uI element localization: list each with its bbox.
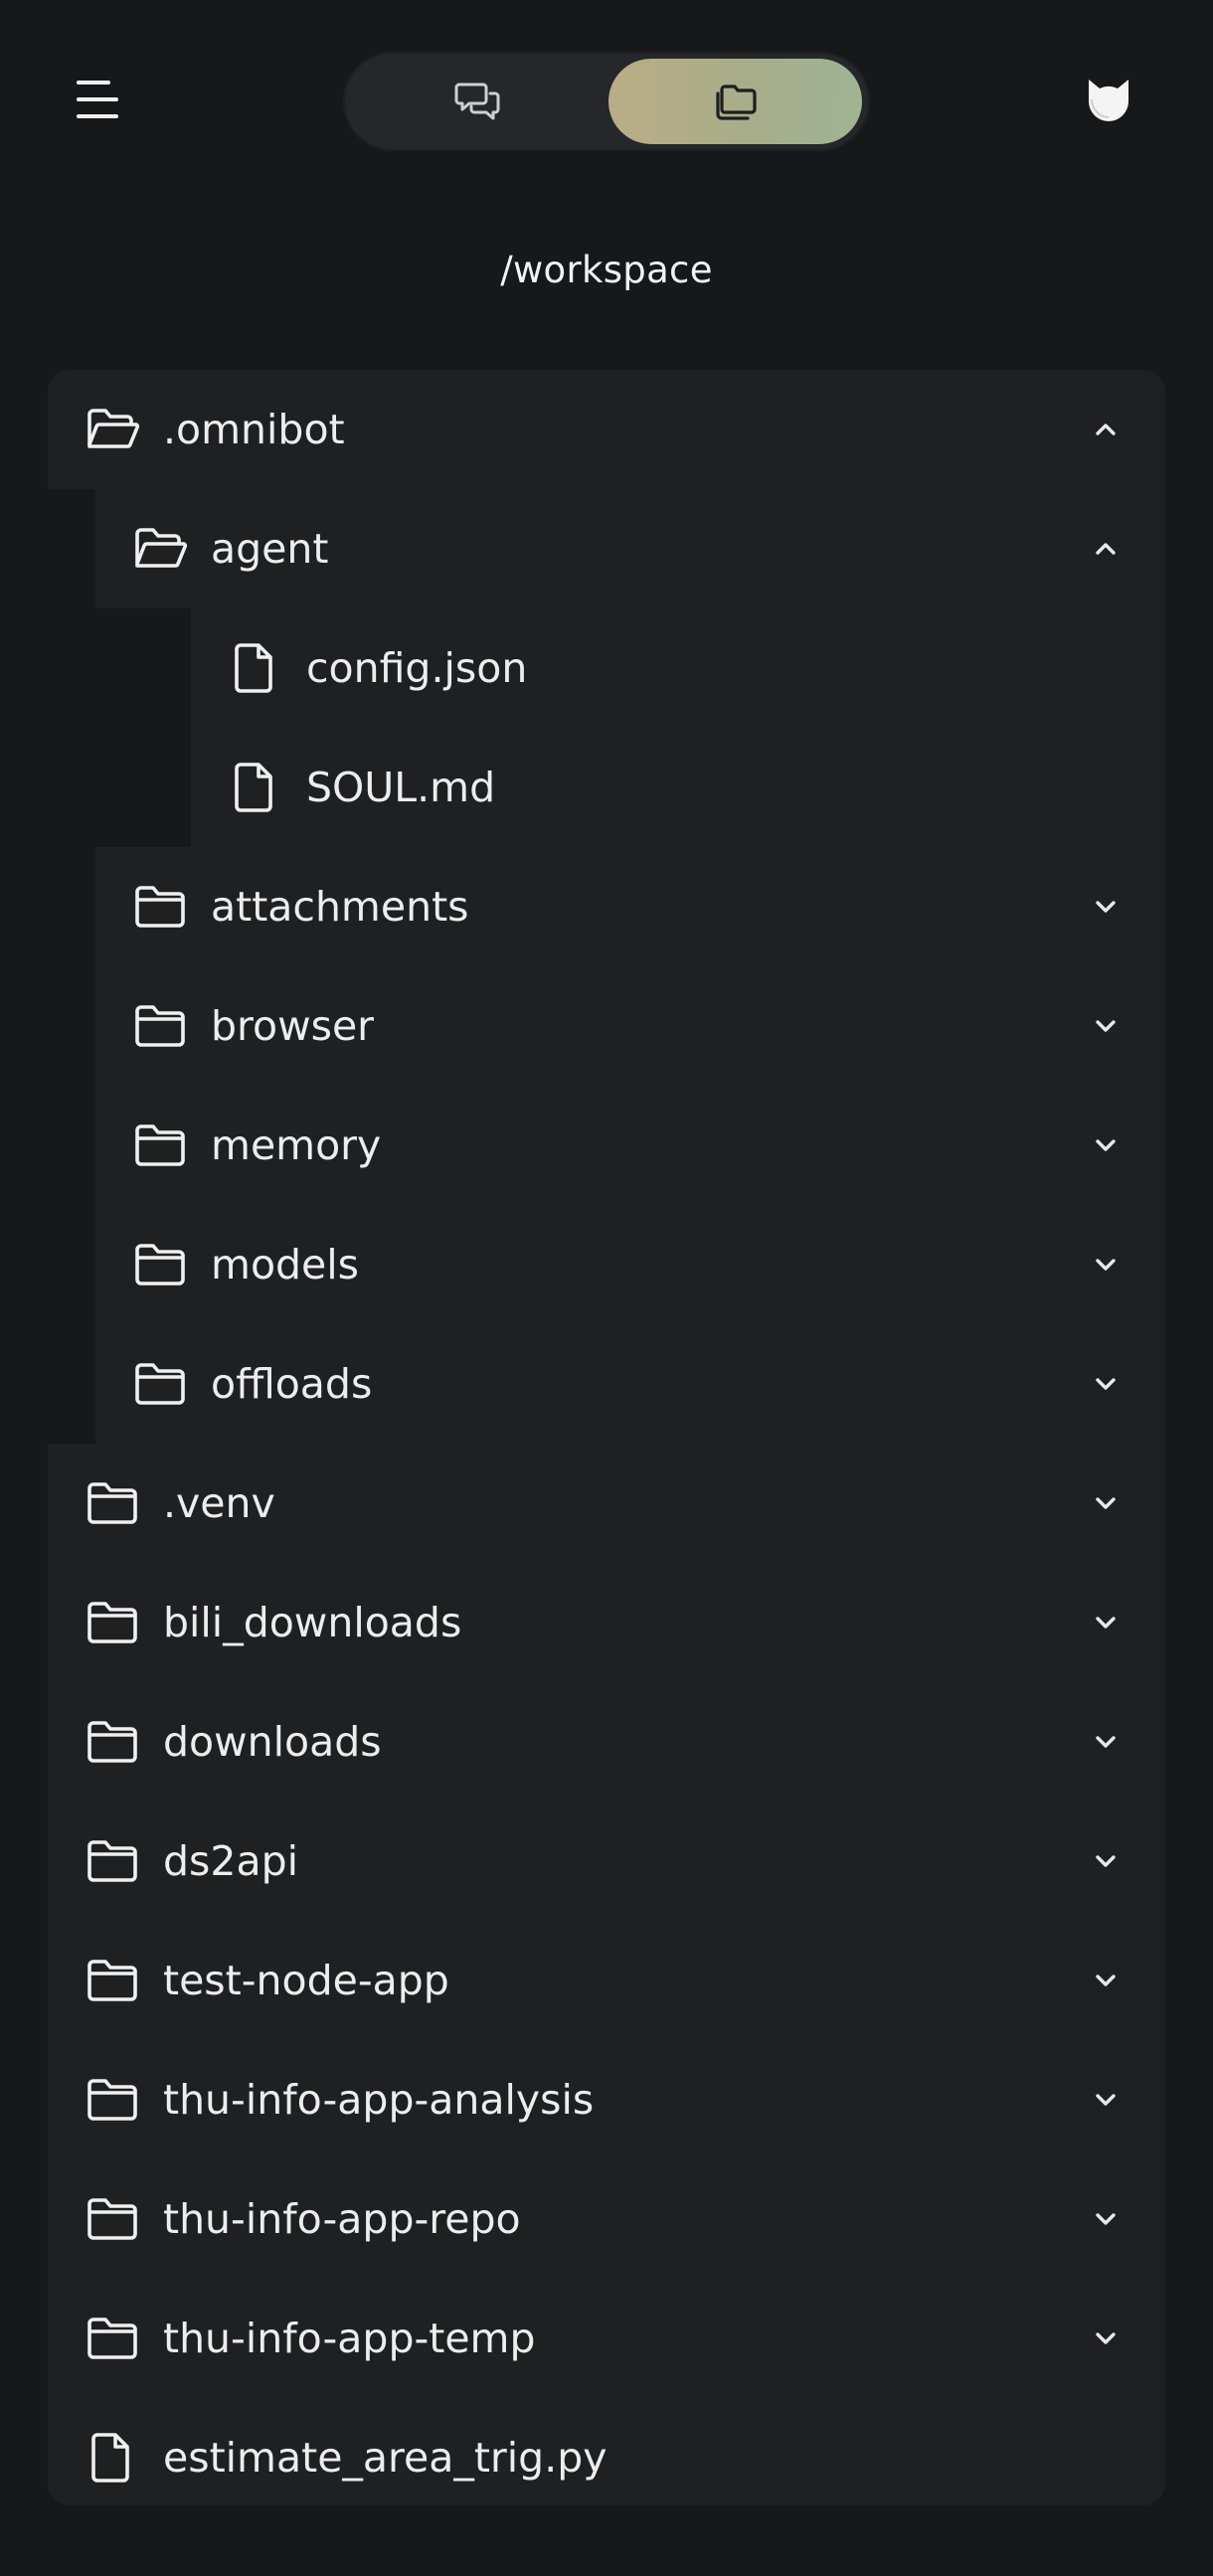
folder-row[interactable]: .omnibot (48, 370, 1165, 489)
item-name: .venv (163, 1479, 275, 1527)
folder-row[interactable]: downloads (48, 1682, 1165, 1802)
folder-icon (84, 1594, 141, 1651)
chevron-up-icon[interactable] (1088, 412, 1124, 447)
folder-row[interactable]: test-node-app (48, 1921, 1165, 2040)
item-name: browser (211, 1002, 375, 1050)
current-path: /workspace (500, 249, 713, 291)
folder-icon (84, 1952, 141, 2009)
folder-icon (84, 1713, 141, 1771)
folder-row[interactable]: memory (48, 1086, 1165, 1205)
folder-row[interactable]: thu-info-app-temp (48, 2279, 1165, 2398)
item-name: attachments (211, 883, 469, 931)
folder-open-icon (84, 401, 141, 458)
folder-row[interactable]: .venv (48, 1444, 1165, 1563)
file-icon (227, 759, 284, 816)
file-browser-screen: /workspace .omnibot agent config.json SOUL.… (0, 0, 1213, 2576)
item-name: offloads (211, 1360, 373, 1408)
folder-row[interactable]: models (48, 1205, 1165, 1324)
chevron-down-icon[interactable] (1088, 1724, 1124, 1760)
folder-icon (84, 2071, 141, 2129)
folder-open-icon (131, 520, 189, 578)
item-name: SOUL.md (306, 764, 496, 811)
folder-row[interactable]: thu-info-app-repo (48, 2159, 1165, 2279)
folder-icon (131, 1236, 189, 1293)
item-name: ds2api (163, 1837, 299, 1885)
chat-bubbles-icon (454, 83, 499, 120)
item-name: thu-info-app-temp (163, 2315, 536, 2362)
tab-files[interactable] (608, 59, 862, 144)
tab-chat[interactable] (351, 59, 605, 144)
view-switcher (343, 52, 870, 151)
folder-row[interactable]: attachments (48, 847, 1165, 966)
chevron-down-icon[interactable] (1088, 1008, 1124, 1044)
folder-icon (131, 1116, 189, 1174)
folders-icon (715, 85, 757, 120)
file-icon (84, 2429, 141, 2487)
chevron-down-icon[interactable] (1088, 2320, 1124, 2356)
folder-row[interactable]: agent (48, 489, 1165, 608)
folder-row[interactable]: ds2api (48, 1802, 1165, 1921)
folder-row[interactable]: browser (48, 966, 1165, 1086)
item-name: memory (211, 1121, 382, 1169)
file-tree: .omnibot agent config.json SOUL.md attachmen… (48, 370, 1165, 2505)
menu-button[interactable] (70, 72, 125, 127)
folder-icon (84, 2190, 141, 2248)
chevron-down-icon[interactable] (1088, 1963, 1124, 1998)
chevron-down-icon[interactable] (1088, 2082, 1124, 2118)
chevron-up-icon[interactable] (1088, 531, 1124, 567)
chevron-down-icon[interactable] (1088, 1366, 1124, 1402)
chevron-down-icon[interactable] (1088, 1127, 1124, 1163)
item-name: config.json (306, 644, 528, 692)
folder-icon (131, 997, 189, 1055)
folder-row[interactable]: bili_downloads (48, 1563, 1165, 1682)
file-row[interactable]: estimate_area_trig.py (48, 2398, 1165, 2505)
folder-icon (131, 878, 189, 936)
folder-icon (84, 2310, 141, 2367)
folder-icon (84, 1474, 141, 1532)
folder-row[interactable]: thu-info-app-analysis (48, 2040, 1165, 2159)
chevron-down-icon[interactable] (1088, 889, 1124, 925)
item-name: downloads (163, 1718, 382, 1766)
file-row[interactable]: config.json (48, 608, 1165, 728)
hamburger-menu-icon (77, 81, 118, 118)
chevron-down-icon[interactable] (1088, 1485, 1124, 1521)
item-name: thu-info-app-analysis (163, 2076, 595, 2124)
item-name: models (211, 1241, 360, 1288)
chevron-down-icon[interactable] (1088, 2201, 1124, 2237)
item-name: estimate_area_trig.py (163, 2434, 607, 2482)
cat-avatar-icon (1089, 80, 1128, 121)
theme-toggle-button[interactable] (1079, 70, 1138, 129)
file-icon (227, 639, 284, 697)
chevron-down-icon[interactable] (1088, 1247, 1124, 1283)
item-name: agent (211, 525, 329, 573)
file-row[interactable]: SOUL.md (48, 728, 1165, 847)
item-name: bili_downloads (163, 1599, 462, 1646)
folder-icon (131, 1355, 189, 1413)
item-name: test-node-app (163, 1957, 449, 2004)
folder-icon (84, 1832, 141, 1890)
chevron-down-icon[interactable] (1088, 1843, 1124, 1879)
item-name: .omnibot (163, 406, 345, 453)
folder-row[interactable]: offloads (48, 1324, 1165, 1444)
item-name: thu-info-app-repo (163, 2195, 521, 2243)
chevron-down-icon[interactable] (1088, 1605, 1124, 1640)
